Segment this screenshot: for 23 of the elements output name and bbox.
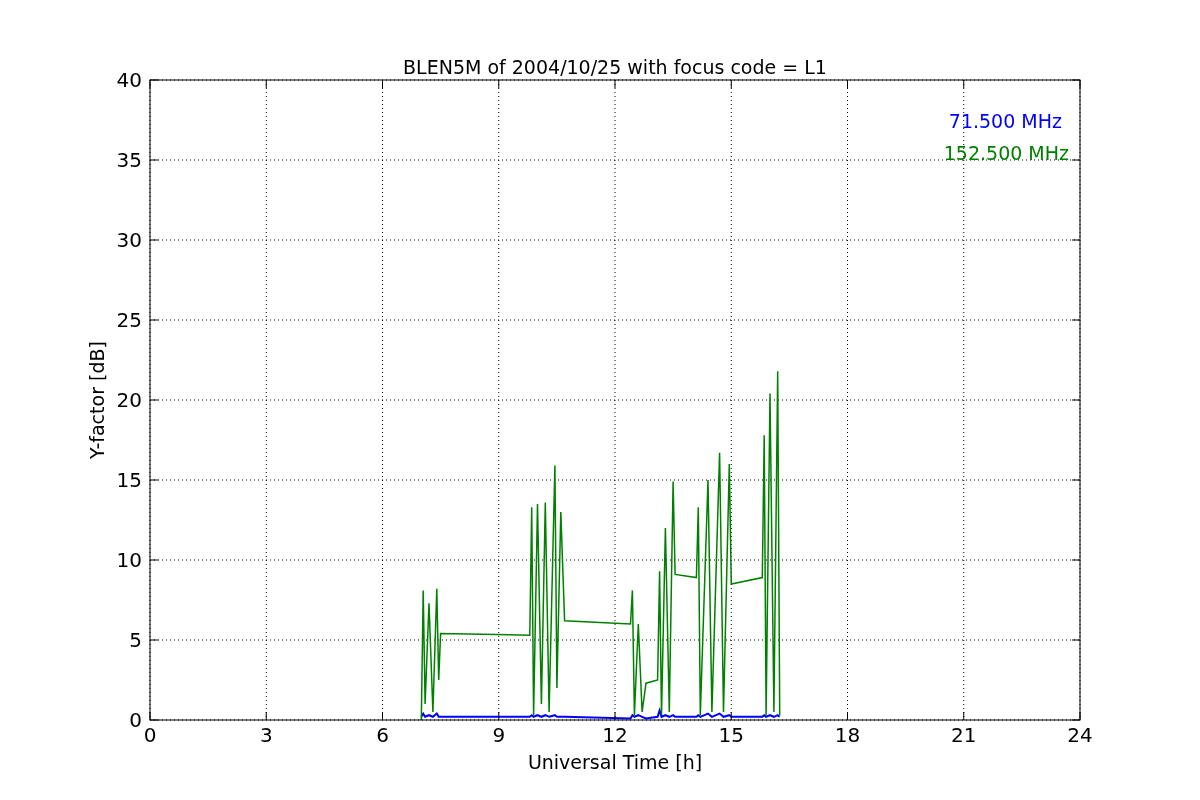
tick-label: 5 — [129, 628, 142, 652]
legend-label: 71.500 MHz — [948, 110, 1062, 132]
tick-label: 15 — [116, 468, 142, 492]
tick-label: 40 — [116, 68, 142, 92]
tick-label: 9 — [492, 723, 506, 747]
tick-label: 3 — [259, 723, 273, 747]
tick-label: 35 — [116, 148, 142, 172]
tick-label: 6 — [376, 723, 389, 747]
tick-label: 25 — [116, 308, 142, 332]
chart-title: BLEN5M of 2004/10/25 with focus code = L1 — [403, 56, 827, 78]
tick-label: 30 — [116, 228, 142, 252]
tick-label: 15 — [718, 723, 744, 747]
tick-label: 18 — [834, 723, 861, 747]
legend-label: 152.500 MHz — [943, 142, 1069, 164]
tick-label: 0 — [129, 708, 142, 732]
axis-label: Y-factor [dB] — [86, 341, 108, 459]
tick-label: 12 — [602, 723, 628, 747]
axis-label: Universal Time [h] — [527, 751, 703, 773]
tick-label: 0 — [143, 723, 157, 747]
tick-label: 21 — [951, 723, 977, 747]
tick-label: 20 — [116, 388, 142, 412]
tick-label: 10 — [116, 548, 142, 572]
tick-label: 24 — [1067, 723, 1093, 747]
